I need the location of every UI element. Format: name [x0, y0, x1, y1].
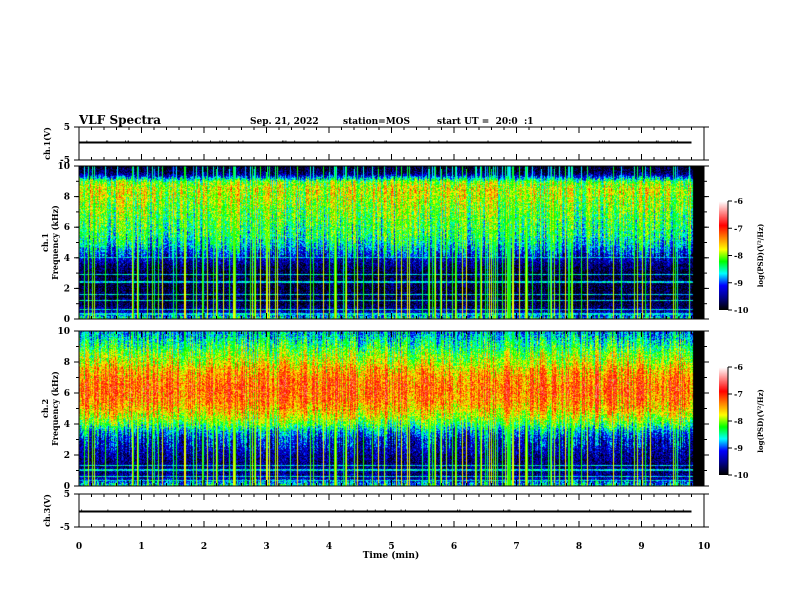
colorbar-tick-label: -9 [734, 443, 743, 453]
figure-title: VLF Spectra [78, 113, 161, 127]
y-tick-label: 10 [57, 327, 70, 337]
colorbar-tick-label: -7 [734, 223, 743, 233]
colorbar-tick-label: -9 [734, 278, 743, 288]
panel-frame [78, 165, 705, 320]
x-tick-label: 4 [326, 542, 332, 552]
y-axis-label: ch.1(V) [42, 127, 52, 160]
y-tick-label: 8 [64, 193, 70, 203]
x-tick-label: 8 [576, 542, 582, 552]
y-axis-label: Frequency (kHz) [50, 205, 60, 280]
y-tick-label: -5 [60, 523, 70, 533]
x-tick-label: 3 [263, 542, 269, 552]
y-tick-label: 8 [64, 358, 70, 368]
y-axis-channel-label: ch.1 [40, 233, 50, 252]
colorbar-tick-label: -7 [734, 389, 743, 399]
colorbar-tick-label: -10 [734, 470, 749, 480]
y-tick-label: 4 [64, 254, 70, 264]
colorbar-tick-label: -10 [734, 305, 749, 315]
colorbar-tick-label: -6 [734, 196, 743, 206]
station-label: station=MOS [343, 117, 410, 127]
y-axis-label: Frequency (kHz) [50, 371, 60, 446]
colorbar-tick-label: -8 [734, 416, 743, 426]
colorbar-tick-label: -8 [734, 251, 743, 261]
y-tick-label: 2 [64, 451, 70, 461]
y-tick-label: 5 [64, 123, 70, 133]
x-tick-label: 1 [138, 542, 144, 552]
colorbar-label: log(PSD)(V²/Hz) [756, 224, 765, 288]
y-tick-label: 4 [64, 420, 70, 430]
panel-frame [78, 330, 705, 487]
x-tick-label: 0 [76, 542, 82, 552]
y-tick-label: 6 [64, 389, 70, 399]
y-tick-label: 5 [64, 490, 70, 500]
start-time-label: start UT = 20:0 :1 [437, 117, 534, 127]
x-tick-label: 5 [388, 542, 394, 552]
colorbar-tick-label: -6 [734, 362, 743, 372]
x-tick-label: 9 [638, 542, 644, 552]
y-tick-label: 10 [57, 162, 70, 172]
x-tick-label: 2 [201, 542, 207, 552]
vlf-spectra-figure: VLF Spectra Sep. 21, 2022 station=MOS st… [0, 0, 792, 612]
x-tick-label: 7 [513, 542, 519, 552]
axes-layer: VLF Spectra Sep. 21, 2022 station=MOS st… [40, 113, 765, 561]
x-tick-label: 10 [698, 542, 711, 552]
y-axis-channel-label: ch.2 [40, 399, 50, 418]
y-axis-label: ch.3(V) [42, 494, 52, 527]
x-tick-label: 6 [451, 542, 457, 552]
y-tick-label: 6 [64, 223, 70, 233]
y-tick-label: 2 [64, 284, 70, 294]
colorbar-label: log(PSD)(V²/Hz) [756, 389, 765, 453]
date-label: Sep. 21, 2022 [250, 117, 319, 127]
y-tick-label: 0 [64, 315, 70, 325]
